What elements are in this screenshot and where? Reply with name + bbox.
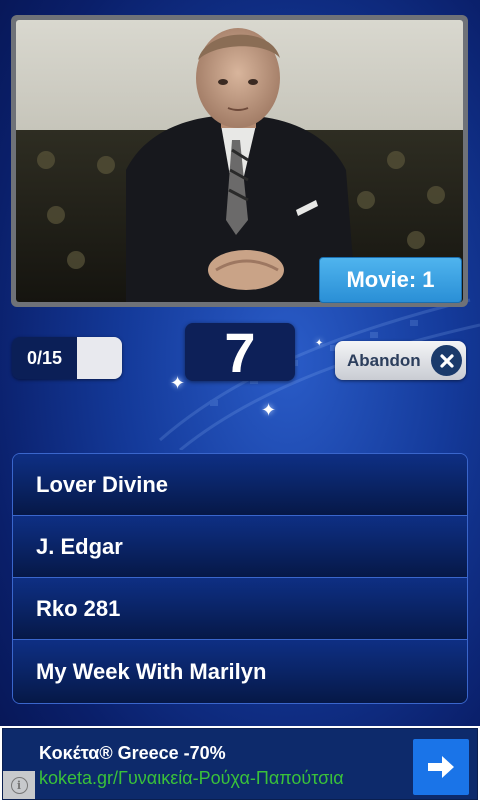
score-text: 0/15 bbox=[12, 337, 77, 379]
abandon-button[interactable]: Abandon bbox=[335, 341, 466, 380]
arrow-right-icon[interactable] bbox=[413, 739, 469, 795]
sparkle-decoration: ✦ bbox=[170, 373, 186, 393]
ad-banner[interactable]: Κοκέτα® Greece -70% koketa.gr/Γυναικεία-… bbox=[0, 726, 480, 800]
answer-option-4[interactable]: My Week With Marilyn bbox=[13, 640, 467, 703]
ad-title: Κοκέτα® Greece -70% bbox=[39, 743, 226, 763]
close-icon bbox=[431, 345, 462, 376]
ad-content: Κοκέτα® Greece -70% koketa.gr/Γυναικεία-… bbox=[2, 728, 478, 800]
answer-option-1[interactable]: Lover Divine bbox=[13, 454, 467, 516]
sparkle-decoration: ✦ bbox=[315, 338, 324, 349]
answer-list: Lover Divine J. Edgar Rko 281 My Week Wi… bbox=[12, 453, 468, 704]
sparkle-decoration: ✦ bbox=[261, 400, 277, 420]
answer-option-2[interactable]: J. Edgar bbox=[13, 516, 467, 578]
movie-number-label: Movie: 1 bbox=[346, 267, 435, 292]
answer-option-3[interactable]: Rko 281 bbox=[13, 578, 467, 640]
info-icon[interactable]: i bbox=[3, 771, 35, 799]
score-indicator: 0/15 bbox=[12, 337, 122, 379]
countdown-timer: 7 bbox=[185, 321, 295, 384]
abandon-label: Abandon bbox=[347, 350, 421, 370]
ad-url: koketa.gr/Γυναικεία-Ρούχα-Παπούτσια bbox=[39, 768, 344, 788]
score-progress-bar bbox=[77, 337, 122, 379]
movie-number-badge: Movie: 1 bbox=[319, 257, 462, 303]
